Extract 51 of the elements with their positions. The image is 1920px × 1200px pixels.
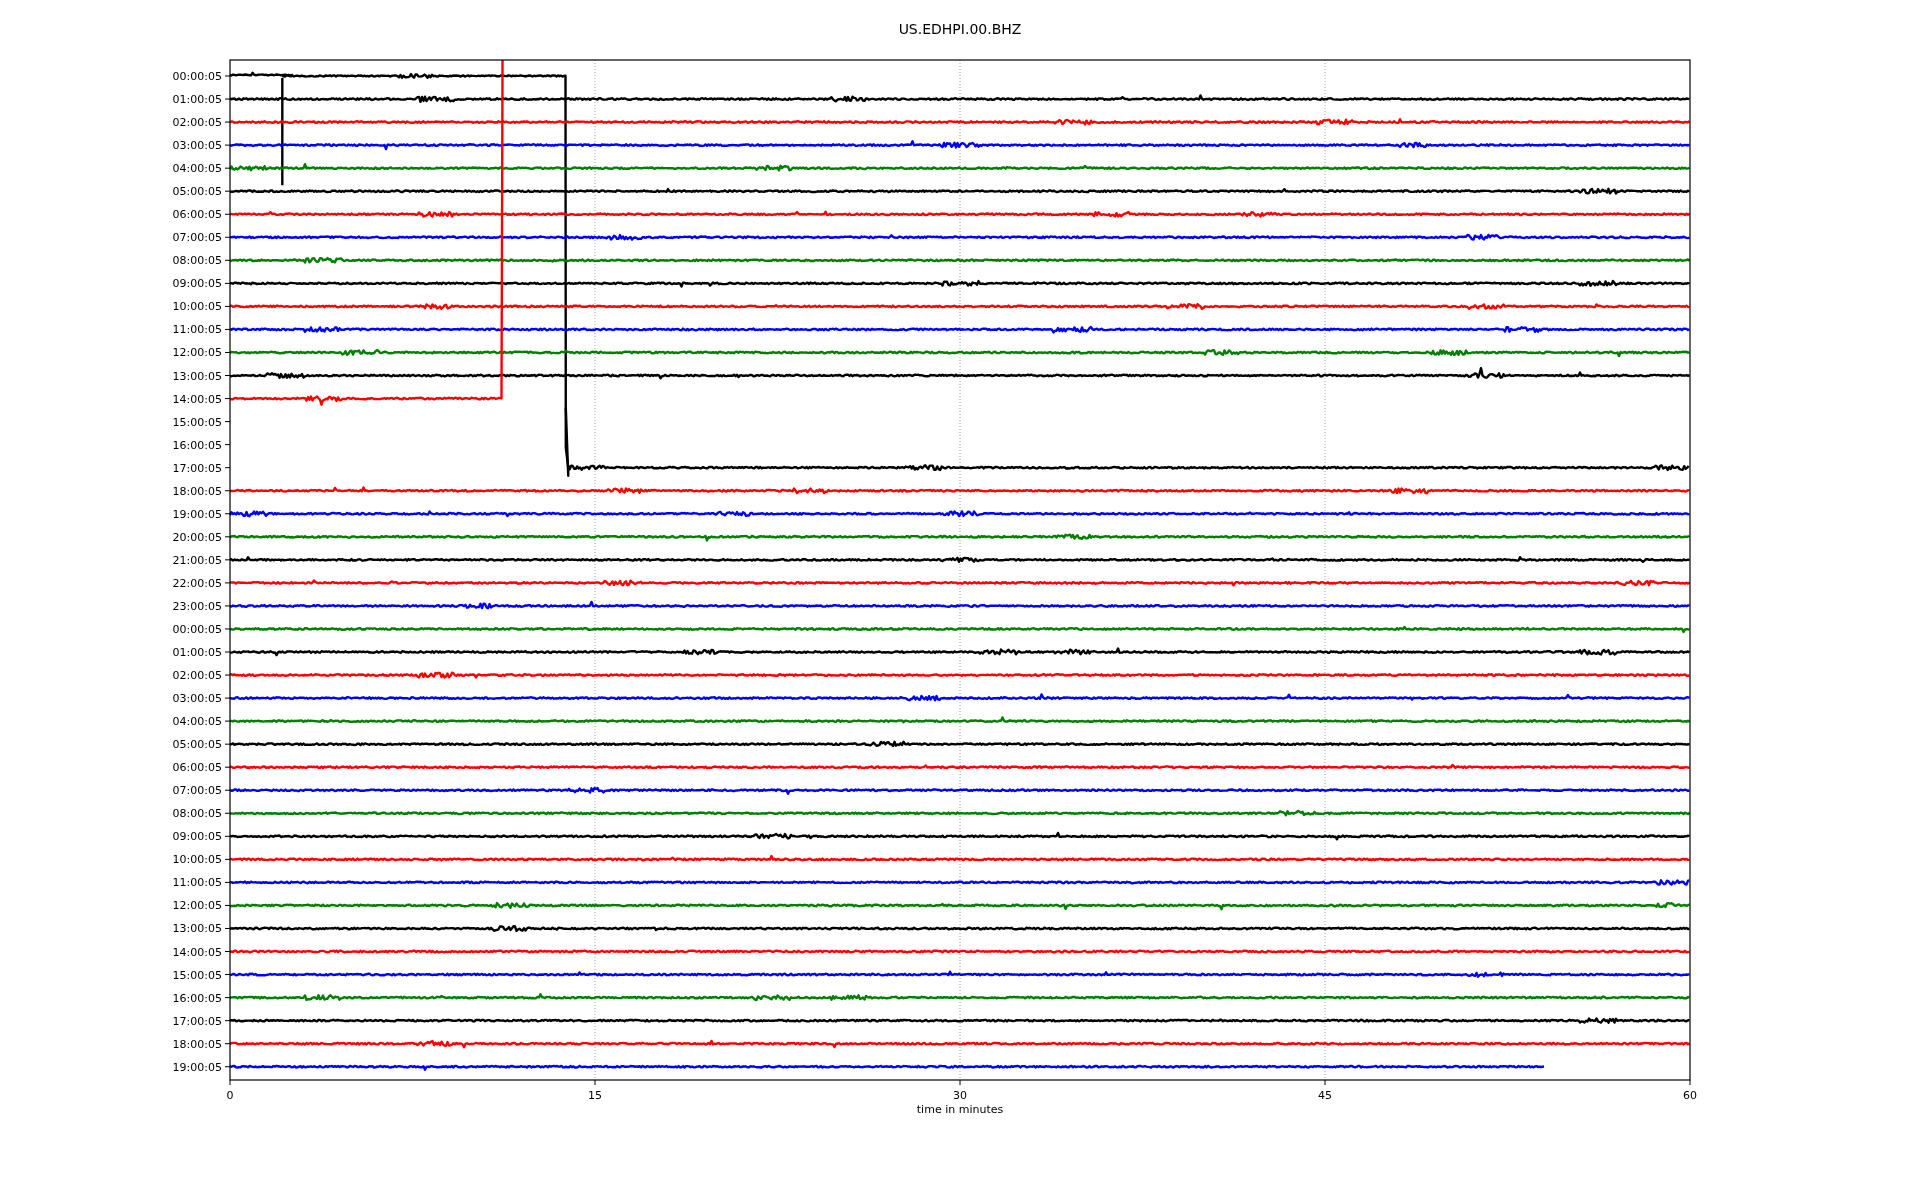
y-tick-label: 03:00:05	[172, 139, 222, 153]
y-tick-label: 19:00:05	[172, 507, 222, 521]
y-tick-label: 08:00:05	[172, 807, 222, 821]
y-tick-label: 01:00:05	[172, 646, 222, 659]
y-tick-label: 17:00:05	[172, 1014, 222, 1028]
y-tick-label: 04:00:05	[172, 162, 222, 176]
y-tick-label: 18:00:05	[172, 484, 222, 498]
y-tick-label: 22:00:05	[172, 576, 222, 590]
y-tick-label: 10:00:05	[172, 853, 222, 867]
y-tick-label: 03:00:05	[172, 692, 222, 706]
x-tick-label: 60	[1683, 1089, 1697, 1102]
y-tick-label: 09:00:05	[172, 830, 222, 844]
y-tick-label: 06:00:05	[172, 208, 222, 222]
y-tick-label: 15:00:05	[172, 415, 222, 429]
y-tick-label: 07:00:05	[172, 231, 222, 245]
x-tick-label: 15	[588, 1089, 602, 1102]
y-tick-label: 12:00:05	[172, 346, 222, 360]
y-tick-label: 08:00:05	[172, 254, 222, 268]
y-tick-label: 07:00:05	[172, 784, 222, 798]
y-tick-label: 10:00:05	[172, 300, 222, 314]
y-tick-label: 14:00:05	[172, 392, 222, 406]
y-tick-label: 06:00:05	[172, 761, 222, 775]
y-tick-label: 00:00:05	[172, 622, 222, 636]
y-tick-label: 05:00:05	[172, 738, 222, 752]
y-tick-label: 21:00:05	[172, 553, 222, 567]
y-tick-label: 14:00:05	[172, 945, 222, 959]
y-tick-label: 02:00:05	[172, 116, 222, 130]
x-tick-label: 45	[1318, 1089, 1332, 1102]
x-axis-label: time in minutes	[916, 1103, 1004, 1116]
y-tick-label: 15:00:05	[172, 968, 222, 982]
y-tick-label: 02:00:05	[172, 669, 222, 683]
y-tick-label: 16:00:05	[172, 991, 222, 1005]
y-tick-label: 20:00:05	[172, 530, 222, 544]
y-tick-label: 19:00:05	[172, 1060, 222, 1074]
y-tick-label: 23:00:05	[172, 599, 222, 613]
x-tick-label: 30	[953, 1089, 967, 1102]
plot-title: US.EDHPI.00.BHZ	[898, 21, 1022, 37]
y-tick-label: 18:00:05	[172, 1037, 222, 1051]
y-tick-label: 13:00:05	[172, 922, 222, 936]
x-tick-label: 0	[226, 1089, 234, 1102]
y-tick-label: 16:00:05	[172, 438, 222, 452]
y-tick-label: 04:00:05	[172, 715, 222, 729]
y-tick-label: 12:00:05	[172, 899, 222, 913]
y-tick-label: 09:00:05	[172, 277, 222, 291]
y-tick-label: 05:00:05	[172, 185, 222, 199]
y-tick-label: 13:00:05	[172, 369, 222, 383]
y-tick-label: 11:00:05	[172, 876, 222, 890]
y-tick-label: 11:00:05	[172, 323, 222, 337]
y-tick-label: 17:00:05	[172, 461, 222, 475]
y-tick-label: 01:00:05	[172, 93, 222, 107]
y-tick-label: 00:00:05	[172, 70, 222, 83]
